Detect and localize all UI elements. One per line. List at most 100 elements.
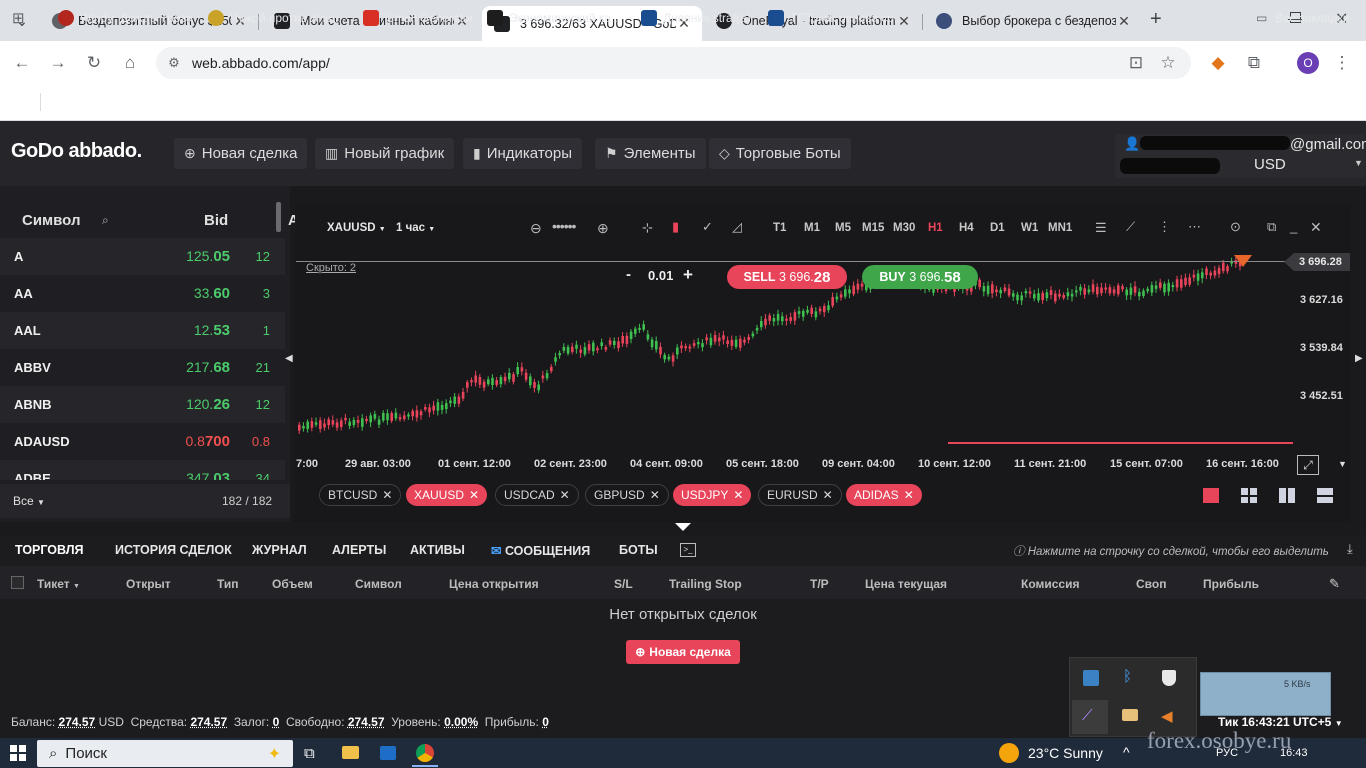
security-shield-icon[interactable] bbox=[1162, 670, 1176, 686]
bookmark-economic-calendar[interactable]: Экономический ка... bbox=[487, 8, 621, 28]
col-open-price[interactable]: Цена открытия bbox=[449, 577, 539, 591]
back-arrow-icon[interactable]: ← bbox=[8, 49, 36, 77]
download-icon[interactable]: ⤓ bbox=[1347, 541, 1353, 557]
popout-icon[interactable]: ⧉ bbox=[1267, 219, 1276, 235]
browser-tab-5[interactable]: Выбор брокера с бездепозитным ✕ bbox=[924, 6, 1142, 36]
col-opened[interactable]: Открыт bbox=[126, 577, 171, 591]
fit-chart-icon[interactable]: ⤢ bbox=[1297, 455, 1319, 475]
lot-decrease-button[interactable]: - bbox=[626, 266, 631, 283]
close-tab-icon[interactable]: ✕ bbox=[1116, 13, 1132, 30]
watchlist-row[interactable]: ABNB 120.26 12 bbox=[0, 386, 285, 423]
collapse-right-icon[interactable]: ▶ bbox=[1355, 353, 1363, 364]
new-tab-button[interactable]: + bbox=[1150, 8, 1162, 31]
chart-interval-dropdown[interactable]: 1 час ▼ bbox=[396, 222, 435, 234]
bookmark-diary[interactable]: Дневник straf(a) bbox=[641, 8, 751, 28]
tray-chevron-up-icon[interactable]: ^ bbox=[1123, 744, 1130, 760]
windows-start-icon[interactable] bbox=[10, 745, 26, 761]
tab-messages[interactable]: ✉ СООБЩЕНИЯ bbox=[491, 543, 590, 558]
collapse-left-icon[interactable]: ◀ bbox=[285, 353, 293, 364]
timeframe-mn1[interactable]: MN1 bbox=[1048, 222, 1072, 234]
watchlist-row[interactable]: ABBV 217.68 21 bbox=[0, 349, 285, 386]
symbol-chip-adidas[interactable]: ADIDAS ✕ bbox=[846, 484, 922, 506]
symbol-chip-btcusd[interactable]: BTCUSD ✕ bbox=[319, 484, 401, 506]
hidden-objects-label[interactable]: Скрыто: 2 bbox=[306, 262, 356, 274]
account-dropdown-icon[interactable]: ▼ bbox=[1354, 158, 1363, 168]
new-trade-button[interactable]: ⊕ Новая сделка bbox=[174, 138, 307, 169]
col-current-price[interactable]: Цена текущая bbox=[865, 577, 947, 591]
panel-toggle-icon[interactable] bbox=[675, 523, 691, 531]
feather-app-icon[interactable]: ⟋ bbox=[1082, 707, 1093, 724]
chrome-icon[interactable] bbox=[416, 744, 434, 762]
close-chip-icon[interactable]: ✕ bbox=[469, 488, 479, 502]
profile-avatar[interactable]: O bbox=[1297, 52, 1319, 74]
apps-grid-icon[interactable]: ⊞ bbox=[12, 8, 25, 28]
network-adapter-icon[interactable] bbox=[1083, 670, 1099, 686]
timeframe-m30[interactable]: M30 bbox=[893, 222, 915, 234]
close-chart-icon[interactable]: ✕ bbox=[1310, 219, 1322, 236]
vertical-line-icon[interactable]: ⋮ bbox=[1158, 219, 1171, 235]
watchlist-col-symbol[interactable]: Символ bbox=[22, 212, 81, 229]
watchlist-row[interactable]: ADAUSD 0.8700 0.8 bbox=[0, 423, 285, 460]
tab-bots[interactable]: БОТЫ bbox=[619, 543, 658, 557]
timeframe-m5[interactable]: M5 bbox=[835, 222, 851, 234]
crosshair-icon[interactable]: ⊹ bbox=[642, 220, 653, 236]
terminal-icon[interactable]: >_ bbox=[680, 543, 696, 557]
chart-symbol-dropdown[interactable]: XAUUSD ▼ bbox=[327, 222, 386, 234]
timeframe-h1[interactable]: H1 bbox=[928, 222, 943, 234]
trading-bots-button[interactable]: ◇ Торговые Боты bbox=[709, 138, 851, 169]
zoom-slider[interactable]: •••••• bbox=[552, 218, 575, 234]
bookmark-star-icon[interactable]: ☆ bbox=[1154, 49, 1182, 77]
zoom-out-icon[interactable]: ⊖ bbox=[530, 220, 542, 237]
network-share-icon[interactable] bbox=[1122, 709, 1138, 721]
tab-journal[interactable]: ЖУРНАЛ bbox=[252, 543, 307, 557]
speaker-icon[interactable]: ◀ bbox=[1161, 707, 1173, 725]
lot-value[interactable]: 0.01 bbox=[648, 268, 673, 283]
buy-button[interactable]: BUY 3 696. 58 bbox=[862, 265, 978, 289]
file-explorer-icon[interactable] bbox=[342, 746, 359, 759]
reload-icon[interactable]: ↻ bbox=[80, 49, 108, 77]
site-info-icon[interactable]: ⚙ bbox=[156, 55, 192, 71]
col-swap[interactable]: Своп bbox=[1136, 577, 1166, 591]
indicators-button[interactable]: ▮ Индикаторы bbox=[463, 138, 582, 169]
col-sl[interactable]: S/L bbox=[614, 577, 633, 591]
line-chart-icon[interactable]: ✓ bbox=[702, 219, 713, 235]
timeframe-t1[interactable]: T1 bbox=[773, 222, 786, 234]
search-icon[interactable]: ⌕ bbox=[102, 213, 109, 228]
new-chart-button[interactable]: ▥ Новый график bbox=[315, 138, 454, 169]
close-chip-icon[interactable]: ✕ bbox=[904, 488, 914, 502]
browser-menu-icon[interactable]: ⋮ bbox=[1328, 49, 1356, 77]
outlook-icon[interactable] bbox=[380, 746, 396, 760]
close-chip-icon[interactable]: ✕ bbox=[823, 488, 833, 502]
symbol-chip-usdcad[interactable]: USDCAD ✕ bbox=[495, 484, 579, 506]
tab-assets[interactable]: АКТИВЫ bbox=[410, 543, 465, 557]
bookmark-windy[interactable]: Windy: Дождь, гроза bbox=[58, 8, 193, 28]
col-profit[interactable]: Прибыль bbox=[1203, 577, 1259, 591]
tab-trading[interactable]: ТОРГОВЛЯ bbox=[15, 543, 84, 557]
bluetooth-icon[interactable]: ᛒ bbox=[1123, 668, 1132, 685]
language-indicator[interactable]: РУС bbox=[1216, 747, 1238, 759]
col-trailing-stop[interactable]: Trailing Stop bbox=[669, 577, 742, 591]
watchlist-filter-dropdown[interactable]: Все ▼ bbox=[13, 494, 45, 508]
symbol-chip-gbpusd[interactable]: GBPUSD ✕ bbox=[585, 484, 669, 506]
col-tp[interactable]: T/P bbox=[810, 577, 829, 591]
col-type[interactable]: Тип bbox=[217, 577, 239, 591]
col-symbol[interactable]: Символ bbox=[355, 577, 402, 591]
symbol-chip-xauusd[interactable]: XAUUSD ✕ bbox=[406, 484, 487, 506]
taskbar-search-box[interactable]: ⌕ Поиск ✦ bbox=[37, 740, 293, 767]
select-all-checkbox[interactable] bbox=[11, 576, 24, 589]
sell-button[interactable]: SELL 3 696. 28 bbox=[727, 265, 847, 289]
col-volume[interactable]: Объем bbox=[272, 577, 313, 591]
install-app-icon[interactable]: ⊡ bbox=[1122, 49, 1150, 77]
close-chip-icon[interactable]: ✕ bbox=[650, 488, 660, 502]
edit-pencil-icon[interactable]: ✎ bbox=[1329, 576, 1340, 592]
watchlist-col-bid[interactable]: Bid bbox=[204, 212, 228, 229]
timeframe-w1[interactable]: W1 bbox=[1021, 222, 1038, 234]
close-chip-icon[interactable]: ✕ bbox=[382, 488, 392, 502]
taskbar-clock[interactable]: 16:43 bbox=[1280, 747, 1308, 759]
target-icon[interactable]: ⊙ bbox=[1230, 219, 1241, 235]
home-icon[interactable]: ⌂ bbox=[116, 49, 144, 77]
watchlist-scrollbar[interactable] bbox=[276, 202, 281, 232]
watchlist-row[interactable]: AAL 12.53 1 bbox=[0, 312, 285, 349]
timeframe-m1[interactable]: M1 bbox=[804, 222, 820, 234]
fibonacci-icon[interactable]: ☰ bbox=[1095, 220, 1107, 236]
